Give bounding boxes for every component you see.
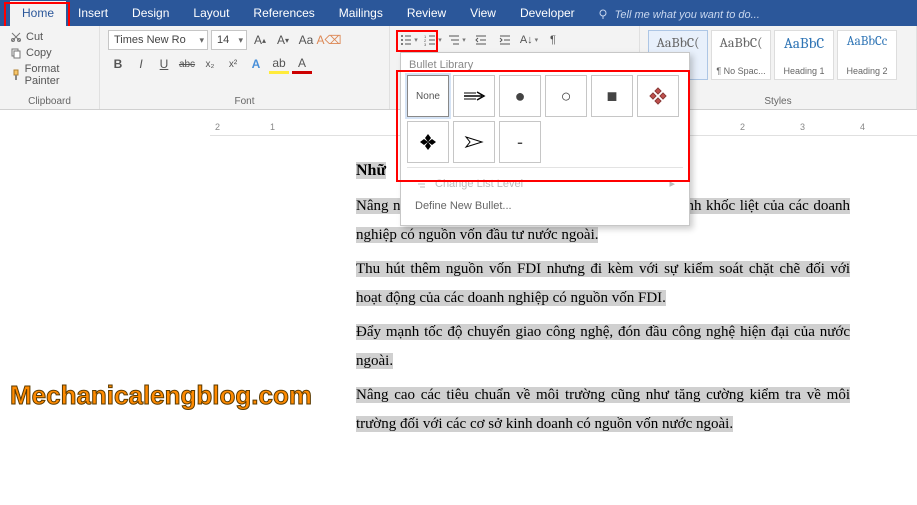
tab-review[interactable]: Review bbox=[395, 1, 458, 26]
style-name: Heading 1 bbox=[783, 66, 824, 76]
subscript-button[interactable]: x₂ bbox=[200, 54, 220, 74]
multilevel-icon bbox=[448, 34, 460, 46]
tell-me-placeholder: Tell me what you want to do... bbox=[615, 9, 760, 21]
tab-layout[interactable]: Layout bbox=[181, 1, 241, 26]
font-name-value: Times New Ro bbox=[114, 34, 186, 46]
bullets-button[interactable] bbox=[398, 30, 420, 50]
italic-button[interactable]: I bbox=[131, 54, 151, 74]
change-list-level: Change List Level ▸ bbox=[407, 172, 683, 195]
ruler-tick: 2 bbox=[215, 122, 220, 132]
ribbon-tabs-bar: Home Insert Design Layout References Mai… bbox=[0, 0, 917, 26]
group-clipboard: Cut Copy Format Painter Clipboard bbox=[0, 26, 100, 109]
shrink-font-button[interactable]: A▾ bbox=[273, 30, 293, 50]
define-new-bullet-label: Define New Bullet... bbox=[415, 200, 512, 212]
bullet-none[interactable]: None bbox=[407, 75, 449, 117]
svg-text:3: 3 bbox=[424, 42, 427, 46]
change-list-level-label: Change List Level bbox=[435, 178, 523, 190]
sort-button[interactable]: A↓ bbox=[518, 30, 540, 50]
bullet-dash[interactable]: - bbox=[499, 121, 541, 163]
ruler-tick: 1 bbox=[270, 122, 275, 132]
cut-label: Cut bbox=[26, 31, 43, 43]
indent-icon bbox=[499, 34, 511, 46]
style-preview: AaBbC( bbox=[720, 34, 763, 51]
bullet-circle[interactable]: ○ bbox=[545, 75, 587, 117]
copy-button[interactable]: Copy bbox=[8, 46, 91, 60]
font-name-combo[interactable]: Times New Ro bbox=[108, 30, 208, 50]
bullet-disc[interactable]: ● bbox=[499, 75, 541, 117]
bold-button[interactable]: B bbox=[108, 54, 128, 74]
define-new-bullet[interactable]: Define New Bullet... bbox=[407, 195, 683, 217]
show-marks-button[interactable]: ¶ bbox=[542, 30, 564, 50]
group-label-font: Font bbox=[108, 96, 381, 109]
copy-icon bbox=[10, 47, 22, 59]
doc-heading: Nhữ bbox=[356, 162, 386, 179]
arrowhead-icon bbox=[464, 135, 484, 149]
style-no-spacing[interactable]: AaBbC( ¶ No Spac... bbox=[711, 30, 771, 80]
tell-me-search[interactable]: Tell me what you want to do... bbox=[587, 4, 917, 26]
tab-view[interactable]: View bbox=[458, 1, 508, 26]
tab-insert[interactable]: Insert bbox=[66, 1, 120, 26]
doc-paragraph-3: Đẩy mạnh tốc độ chuyển giao công nghệ, đ… bbox=[356, 324, 850, 369]
paintbrush-icon bbox=[10, 69, 21, 81]
scissors-icon bbox=[10, 31, 22, 43]
numbering-icon: 123 bbox=[424, 34, 436, 46]
multilevel-list-button[interactable] bbox=[446, 30, 468, 50]
ruler-tick: 4 bbox=[860, 122, 865, 132]
bullet-4diamond[interactable] bbox=[637, 75, 679, 117]
doc-paragraph-2: Thu hút thêm nguồn vốn FDI nhưng đi kèm … bbox=[356, 261, 850, 306]
watermark-text: Mechanicalengblog.com bbox=[10, 380, 312, 411]
style-preview: AaBbCc bbox=[847, 34, 887, 49]
tab-design[interactable]: Design bbox=[120, 1, 181, 26]
bullet-diamonds-black[interactable] bbox=[407, 121, 449, 163]
style-preview: AaBbC bbox=[784, 34, 824, 52]
four-diamond-icon bbox=[648, 86, 668, 106]
underline-button[interactable]: U bbox=[154, 54, 174, 74]
style-heading1[interactable]: AaBbC Heading 1 bbox=[774, 30, 834, 80]
style-heading2[interactable]: AaBbCc Heading 2 bbox=[837, 30, 897, 80]
copy-label: Copy bbox=[26, 47, 52, 59]
bullet-square[interactable]: ■ bbox=[591, 75, 633, 117]
font-size-value: 14 bbox=[217, 34, 229, 46]
bullets-icon bbox=[400, 34, 412, 46]
lightbulb-icon bbox=[597, 9, 609, 21]
doc-paragraph-4: Nâng cao các tiêu chuẩn về môi trường cũ… bbox=[356, 387, 850, 432]
outdent-icon bbox=[475, 34, 487, 46]
group-label-clipboard: Clipboard bbox=[8, 96, 91, 109]
group-font: Times New Ro 14 A▴ A▾ Aa A⌫ B I U abc x₂… bbox=[100, 26, 390, 109]
tab-home[interactable]: Home bbox=[10, 1, 66, 26]
ruler-tick: 3 bbox=[800, 122, 805, 132]
bullet-arrowhead[interactable] bbox=[453, 121, 495, 163]
clear-formatting-button[interactable]: A⌫ bbox=[319, 30, 339, 50]
increase-indent-button[interactable] bbox=[494, 30, 516, 50]
decrease-indent-button[interactable] bbox=[470, 30, 492, 50]
bullet-arrow[interactable] bbox=[453, 75, 495, 117]
tabs-container: Home Insert Design Layout References Mai… bbox=[10, 1, 587, 26]
style-name: Heading 2 bbox=[846, 66, 887, 76]
tab-references[interactable]: References bbox=[241, 1, 326, 26]
highlight-button[interactable]: ab bbox=[269, 54, 289, 74]
arrow-bullet-icon bbox=[462, 90, 486, 102]
text-effects-button[interactable]: A bbox=[246, 54, 266, 74]
tab-mailings[interactable]: Mailings bbox=[327, 1, 395, 26]
list-level-icon bbox=[415, 179, 427, 189]
font-color-button[interactable]: A bbox=[292, 54, 312, 74]
strikethrough-button[interactable]: abc bbox=[177, 54, 197, 74]
ruler-tick: 2 bbox=[740, 122, 745, 132]
style-preview: AaBbC( bbox=[657, 34, 700, 51]
format-painter-button[interactable]: Format Painter bbox=[8, 62, 91, 88]
change-case-button[interactable]: Aa bbox=[296, 30, 316, 50]
font-size-combo[interactable]: 14 bbox=[211, 30, 247, 50]
cut-button[interactable]: Cut bbox=[8, 30, 91, 44]
superscript-button[interactable]: x² bbox=[223, 54, 243, 74]
grow-font-button[interactable]: A▴ bbox=[250, 30, 270, 50]
bullet-library-popup: Bullet Library None ● ○ ■ - Change List … bbox=[400, 52, 690, 226]
format-painter-label: Format Painter bbox=[25, 63, 89, 87]
style-name: ¶ No Spac... bbox=[716, 66, 765, 76]
bullet-library-header: Bullet Library bbox=[407, 57, 683, 75]
clover-icon bbox=[419, 133, 437, 151]
tab-developer[interactable]: Developer bbox=[508, 1, 587, 26]
numbering-button[interactable]: 123 bbox=[422, 30, 444, 50]
